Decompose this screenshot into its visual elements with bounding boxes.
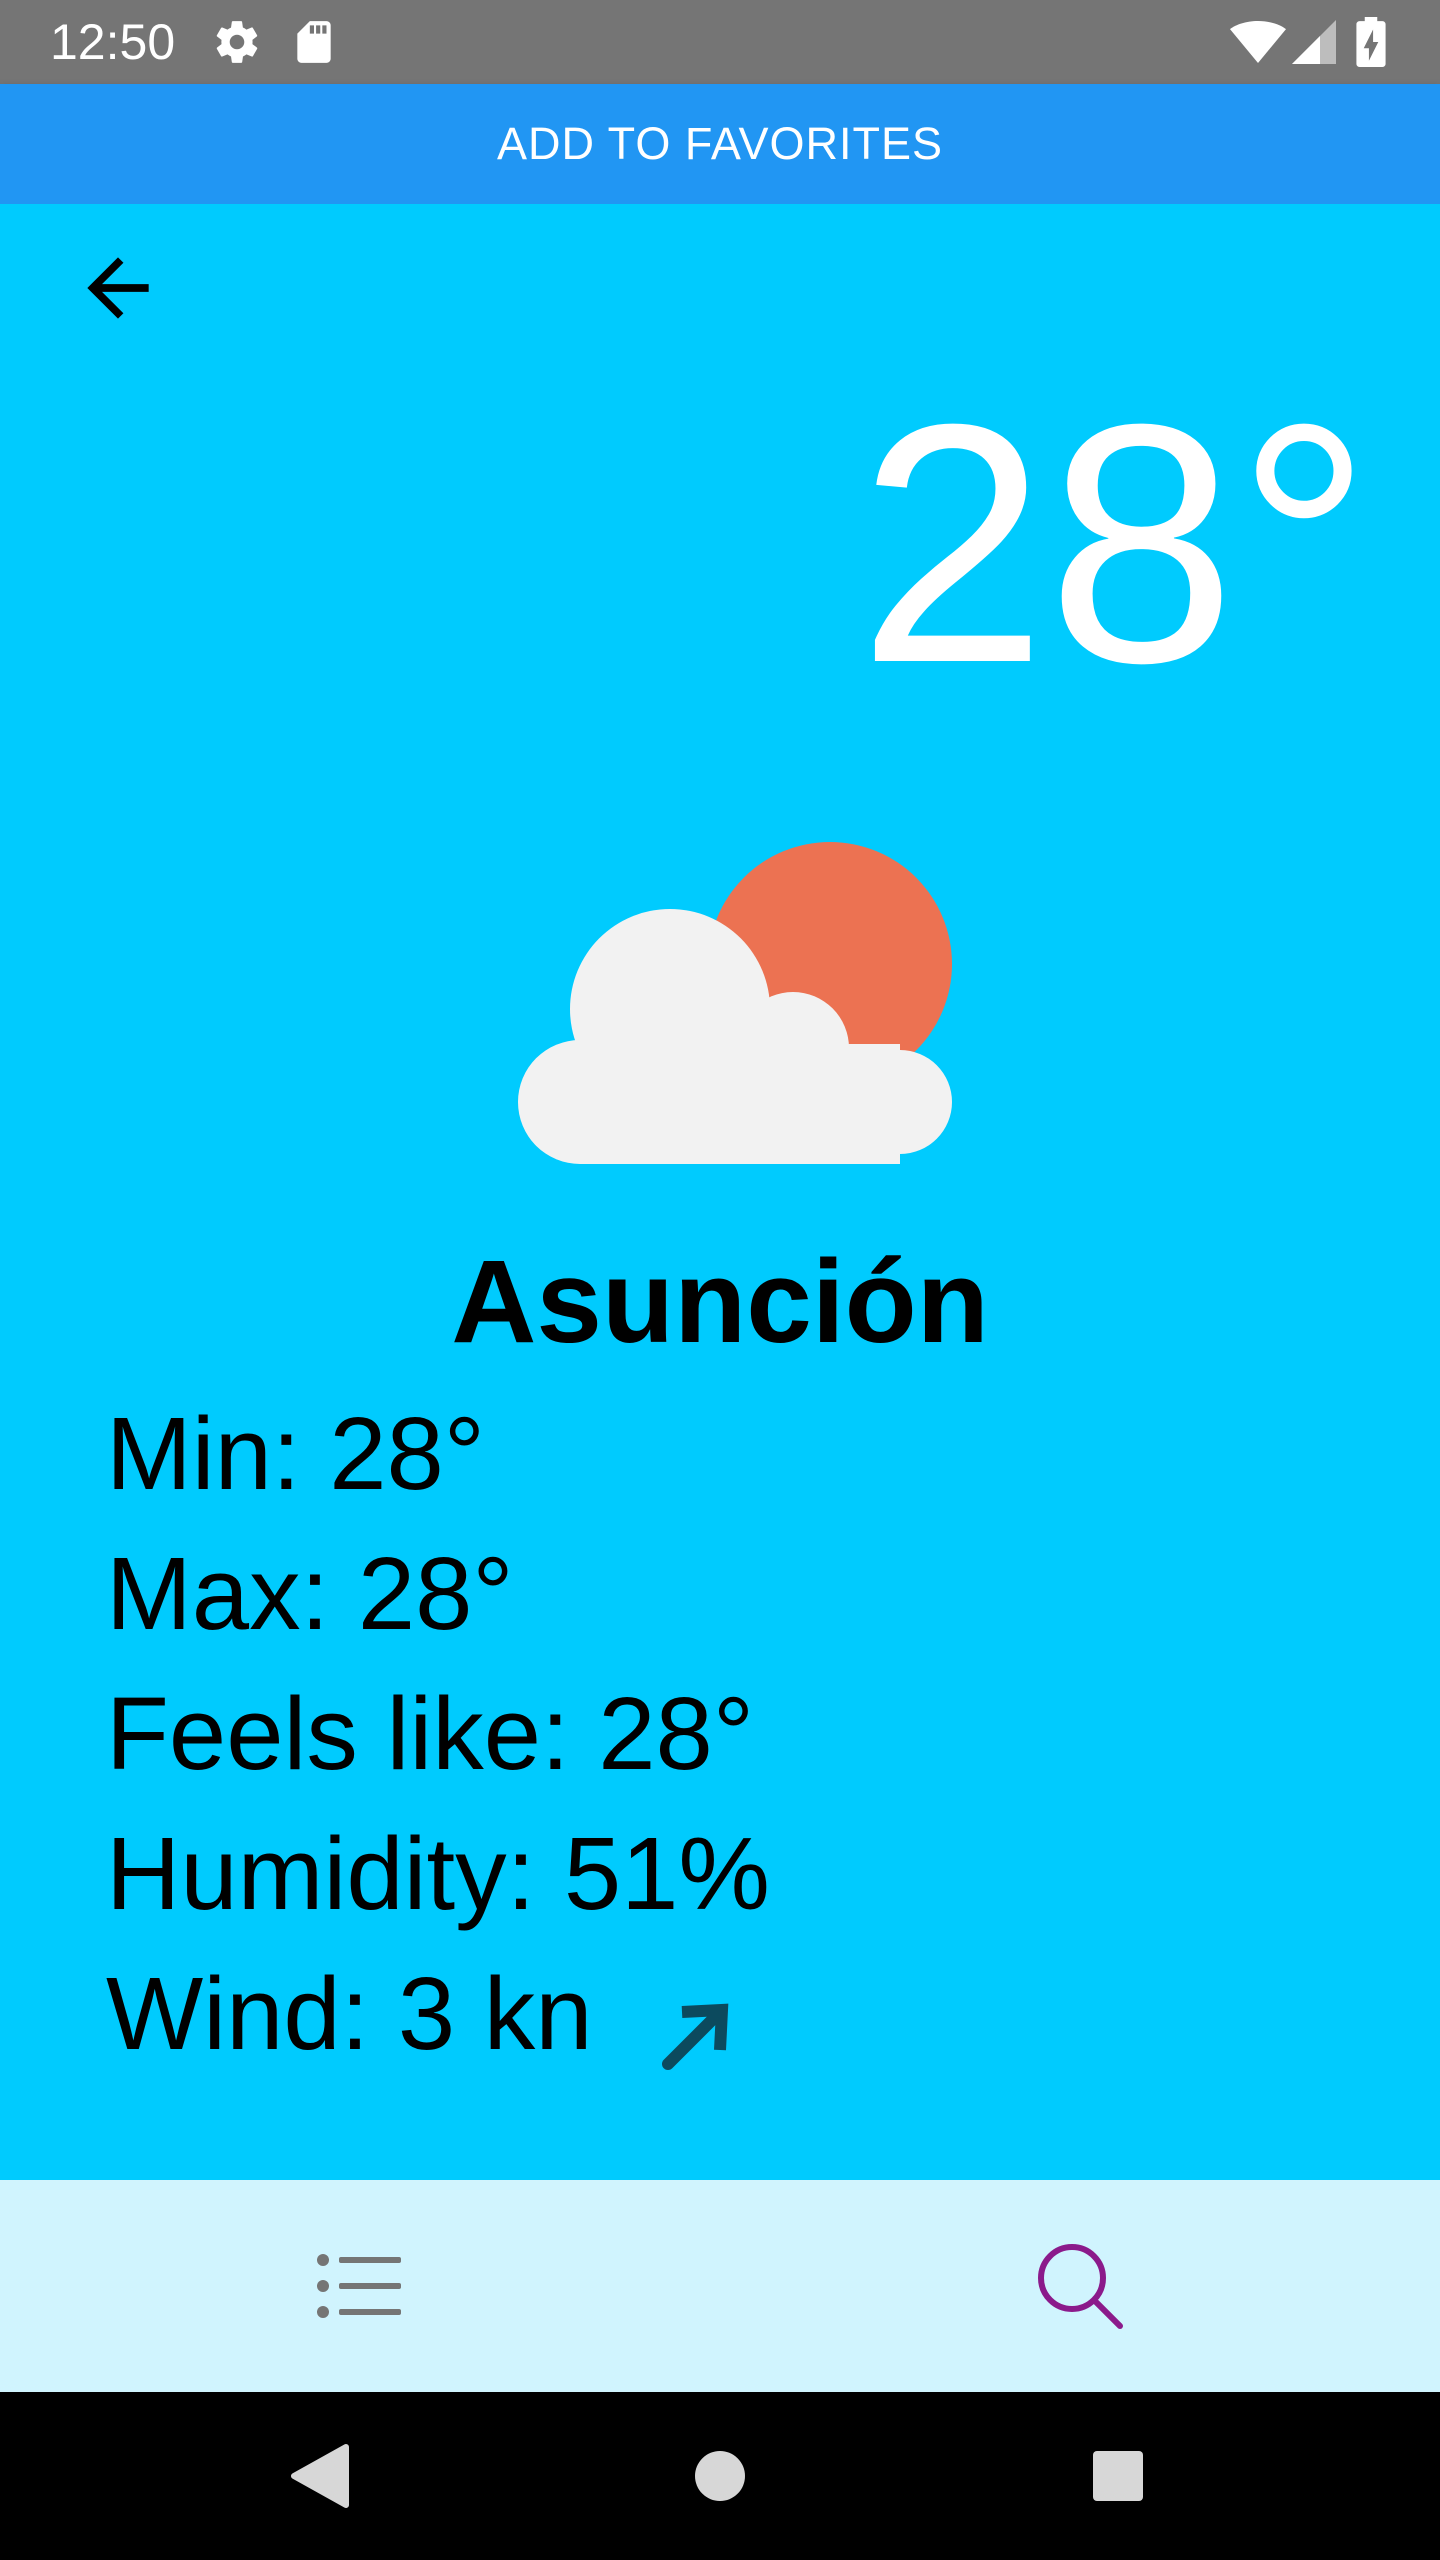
search-icon [1038,2244,1123,2329]
status-bar: 12:50 [0,0,1440,84]
battery-charging-icon [1356,17,1386,72]
system-navigation-bar [0,2392,1440,2560]
back-button[interactable] [72,242,164,334]
humidity: Humidity: 51% [106,1816,771,1931]
weather-detail-screen: 28° Asunción Min: 28° Max: 28° Feels lik… [0,204,1440,2180]
recents-square-icon [1093,2451,1143,2501]
wifi-icon [1230,20,1286,69]
partly-cloudy-icon [490,834,960,1164]
city-name: Asunción [451,1236,989,1368]
list-icon [317,2254,401,2318]
bottom-navigation [0,2180,1440,2392]
max-temperature: Max: 28° [106,1536,514,1651]
settings-icon [212,17,262,72]
feels-like: Feels like: 28° [106,1676,755,1791]
sd-card-icon [292,17,336,72]
back-arrow-icon [87,257,149,319]
nav-search-button[interactable] [1010,2216,1150,2356]
system-recents-button[interactable] [1068,2426,1168,2526]
wind-row: Wind: 3 kn [106,1944,770,2084]
back-triangle-icon [291,2444,349,2508]
current-temperature: 28° [857,354,1372,734]
system-back-button[interactable] [270,2426,370,2526]
system-home-button[interactable] [670,2426,770,2526]
add-to-favorites-label: ADD TO FAVORITES [496,118,944,169]
wind-direction-arrow-icon [662,2003,729,2070]
home-circle-icon [695,2451,745,2501]
status-time: 12:50 [50,14,176,70]
wind-speed: Wind: 3 kn [106,1956,593,2071]
weather-details: Min: 28° Max: 28° Feels like: 28° Humidi… [106,1384,770,2084]
cell-signal-icon [1292,20,1336,69]
add-to-favorites-button[interactable]: ADD TO FAVORITES [0,84,1440,204]
min-temperature: Min: 28° [106,1396,485,1511]
nav-list-button[interactable] [290,2216,430,2356]
